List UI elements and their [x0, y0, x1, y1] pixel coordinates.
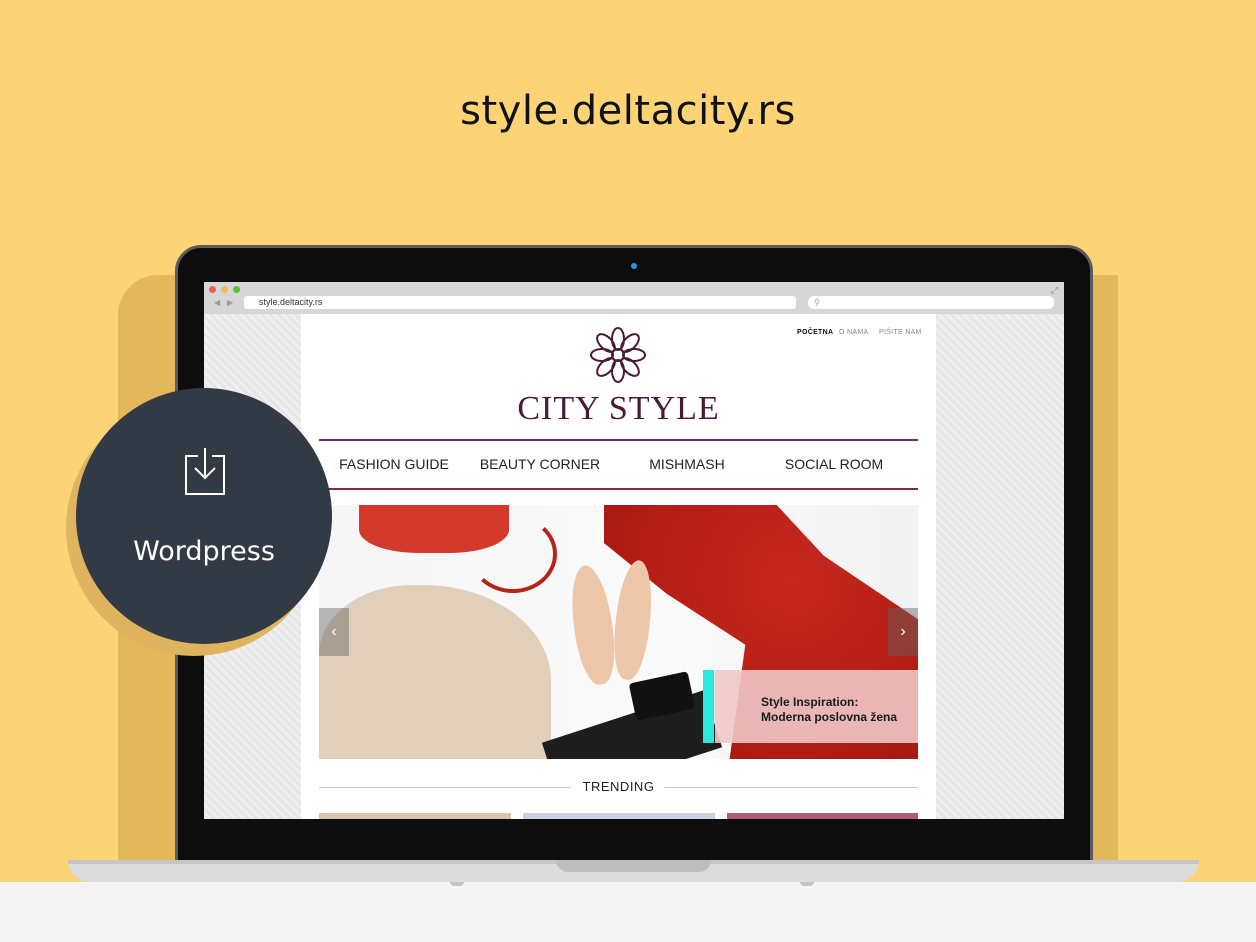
trending-thumbnail[interactable]: [523, 813, 715, 819]
back-arrow-icon[interactable]: ◀: [214, 298, 220, 307]
bag-handle-image: [469, 515, 557, 593]
camera-icon: [631, 263, 637, 269]
browser-search-bar[interactable]: ⚲: [808, 296, 1054, 309]
menu-beauty-corner[interactable]: BEAUTY CORNER: [465, 456, 615, 472]
close-window-button[interactable]: [209, 286, 216, 293]
menu-top-rule: [319, 439, 918, 441]
menu-mishmash[interactable]: MISHMASH: [612, 456, 762, 472]
slide-caption-line1: Style Inspiration:: [761, 695, 859, 709]
page-headline: style.deltacity.rs: [460, 88, 796, 134]
flower-logo-icon[interactable]: [589, 326, 647, 384]
hero-slider[interactable]: ‹ › Style Inspiration: Moderna poslovna …: [319, 505, 918, 759]
slide-caption-line2: Moderna poslovna žena: [761, 710, 898, 724]
menu-fashion-guide[interactable]: FASHION GUIDE: [319, 456, 469, 472]
blouse-image: [319, 585, 551, 759]
browser-window: ◀ ▶ style.deltacity.rs ⚲ ⤢ POČETNA O NAM…: [204, 282, 1064, 819]
search-icon: ⚲: [814, 298, 820, 307]
laptop-foot: [800, 882, 814, 886]
slide-caption[interactable]: Style Inspiration: Moderna poslovna žena: [761, 695, 897, 725]
browser-chrome: ◀ ▶ style.deltacity.rs ⚲ ⤢: [204, 282, 1064, 314]
menu-bottom-rule: [319, 488, 918, 490]
wordpress-badge[interactable]: [76, 388, 332, 644]
url-text: style.deltacity.rs: [259, 297, 323, 307]
minimize-window-button[interactable]: [221, 286, 228, 293]
nav-link-pocetna[interactable]: POČETNA: [797, 329, 833, 336]
shoe-image: [609, 558, 657, 682]
maximize-window-button[interactable]: [233, 286, 240, 293]
address-bar[interactable]: style.deltacity.rs: [244, 296, 796, 309]
website-page: POČETNA O NAMA PIŠITE NAM CITY STYLE FAS…: [301, 314, 936, 819]
badge-label: Wordpress: [133, 536, 275, 567]
slide-caption-accent: [703, 670, 714, 743]
laptop-foot: [450, 882, 464, 886]
slider-prev-button[interactable]: ‹: [319, 608, 349, 656]
trending-heading: TRENDING: [582, 779, 655, 794]
nav-link-o-nama[interactable]: O NAMA: [839, 329, 868, 336]
background-texture-right: [936, 314, 1064, 819]
fullscreen-icon[interactable]: ⤢: [1051, 285, 1058, 296]
laptop-notch: [556, 860, 711, 872]
trending-thumbnail[interactable]: [319, 813, 511, 819]
menu-social-room[interactable]: SOCIAL ROOM: [759, 456, 909, 472]
download-icon: [185, 448, 225, 495]
forward-arrow-icon[interactable]: ▶: [227, 298, 233, 307]
site-brand-title[interactable]: CITY STYLE: [301, 390, 936, 428]
shoe-image: [565, 562, 621, 688]
floor-surface: [0, 882, 1256, 942]
trending-thumbnail[interactable]: [727, 813, 918, 819]
slider-next-button[interactable]: ›: [888, 608, 918, 656]
nav-link-pisite-nam[interactable]: PIŠITE NAM: [879, 329, 922, 336]
